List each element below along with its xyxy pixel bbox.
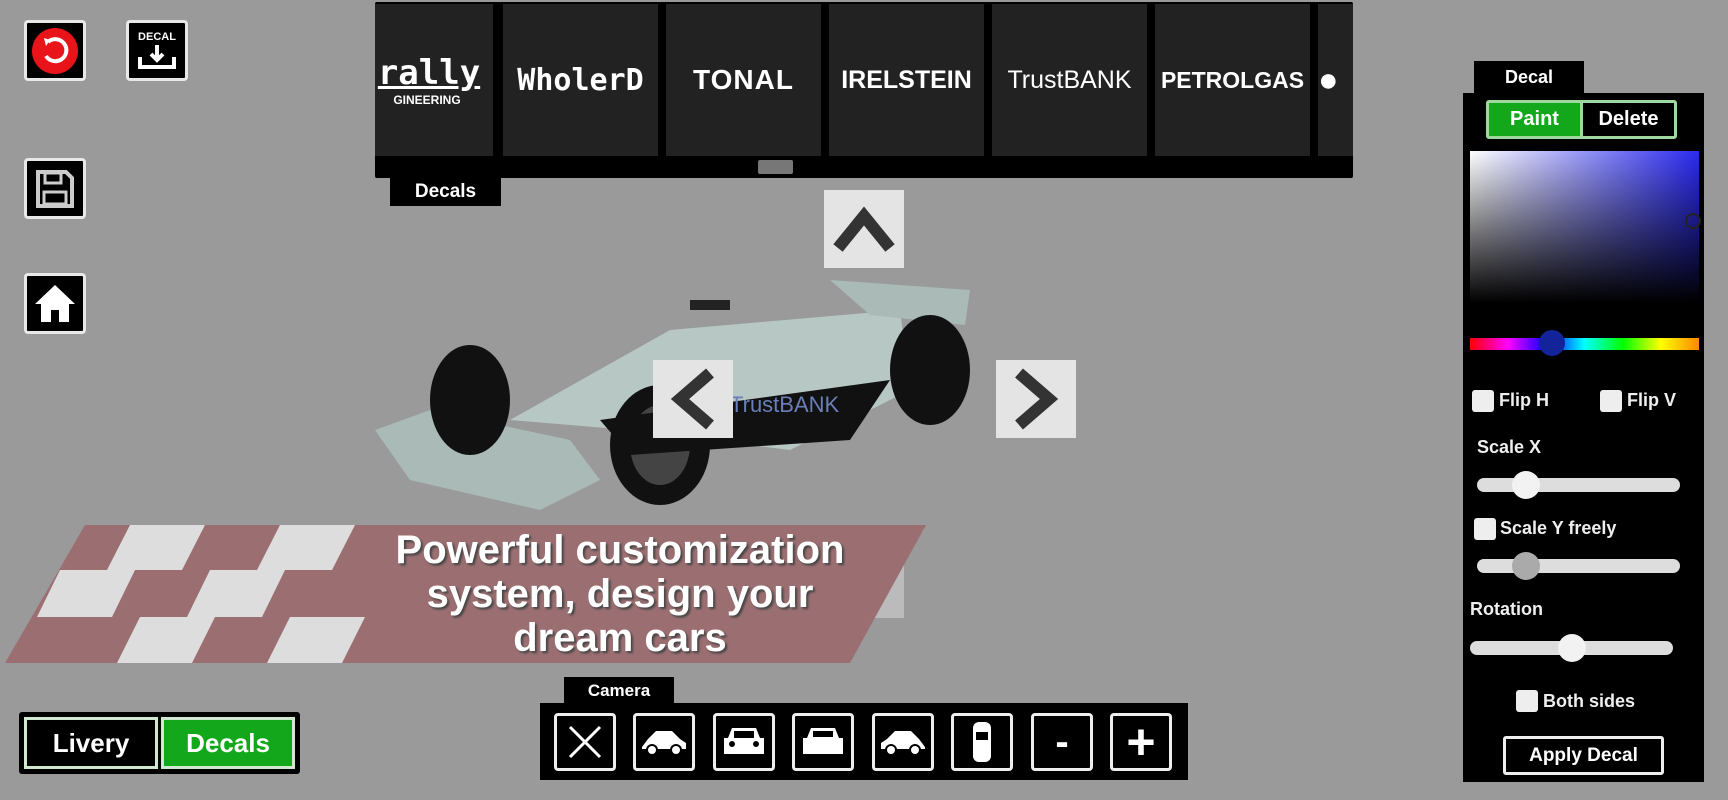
car-side-rear-icon	[881, 731, 925, 756]
hue-slider[interactable]	[1470, 330, 1699, 356]
decal-tile-circle[interactable]: ●	[1318, 4, 1353, 156]
plus-icon: +	[1126, 714, 1156, 770]
car-front-icon	[724, 728, 764, 754]
decal-download-label: DECAL	[138, 30, 176, 43]
promo-text: Powerful customization system, design yo…	[330, 528, 910, 660]
undo-button[interactable]	[24, 20, 86, 81]
rotation-slider[interactable]	[1470, 634, 1673, 662]
decal-label: TrustBANK	[1007, 65, 1132, 94]
scroll-handle[interactable]	[758, 160, 793, 174]
flip-v-label: Flip V	[1627, 390, 1676, 410]
decal-label: TONAL	[693, 64, 794, 95]
flip-h-checkbox[interactable]	[1472, 390, 1494, 412]
decal-tile-wholerd[interactable]: WholerD	[503, 4, 658, 156]
decals-tab-label: Decals	[414, 181, 477, 202]
home-icon	[35, 284, 75, 322]
flip-v-checkbox[interactable]	[1600, 390, 1622, 412]
scale-x-label: Scale X	[1477, 437, 1542, 457]
scale-y-knob[interactable]	[1511, 552, 1540, 580]
camera-tab: Camera	[564, 677, 674, 705]
both-sides-label: Both sides	[1543, 691, 1636, 711]
car-rear-icon	[803, 728, 843, 754]
scale-x-knob[interactable]	[1511, 471, 1540, 499]
save-button[interactable]	[24, 158, 86, 219]
scale-y-freely-label: Scale Y freely	[1500, 518, 1617, 538]
zoom-out-button[interactable]: -	[1031, 713, 1093, 771]
move-up-button[interactable]	[824, 190, 904, 268]
scale-y-freely-checkbox[interactable]	[1474, 518, 1496, 540]
rotation-knob[interactable]	[1557, 634, 1586, 662]
color-picker[interactable]	[1470, 151, 1701, 303]
undo-icon	[32, 27, 78, 74]
promo-line: system, design your	[426, 572, 814, 616]
decal-label: WholerD	[517, 62, 644, 98]
move-right-button[interactable]	[996, 360, 1076, 438]
decal-label: IRELSTEIN	[841, 65, 972, 94]
decal-label: GINEERING	[393, 93, 461, 107]
flip-h-label: Flip H	[1499, 390, 1549, 410]
scale-x-slider[interactable]	[1477, 471, 1680, 499]
decal-label: PETROLGAS	[1160, 66, 1305, 93]
camera-side-button[interactable]	[633, 713, 695, 771]
decal-strip[interactable]: rally GINEERING WholerD TONAL IRELSTEIN …	[375, 2, 1353, 178]
paint-delete-toggle: Paint Delete	[1486, 100, 1677, 139]
camera-tab-label: Camera	[587, 681, 651, 700]
decal-panel: Paint Delete Flip H Flip V Scale X Scale…	[1463, 93, 1704, 782]
mode-toggle: Livery Decals	[19, 712, 300, 774]
chevron-left-icon	[670, 368, 714, 430]
decals-mode-tab[interactable]: Decals	[161, 717, 295, 769]
rotation-label: Rotation	[1470, 599, 1543, 619]
decal-label: rally	[377, 53, 481, 93]
both-sides-checkbox[interactable]	[1516, 690, 1538, 712]
promo-line: Powerful customization	[395, 528, 845, 572]
decal-tile-petrolgas[interactable]: PETROLGAS	[1155, 4, 1310, 156]
chevron-up-icon	[833, 206, 895, 252]
zoom-in-button[interactable]: +	[1110, 713, 1172, 771]
delete-button[interactable]: Delete	[1583, 103, 1674, 136]
paint-button[interactable]: Paint	[1489, 103, 1583, 136]
decals-tab[interactable]: Decals	[390, 178, 501, 206]
decal-download-button[interactable]: DECAL	[126, 20, 188, 81]
promo-line: dream cars	[513, 616, 727, 660]
camera-side-rear-button[interactable]	[872, 713, 934, 771]
chevron-right-icon	[1015, 368, 1059, 430]
car-decal-trustbank: TrustBANK	[730, 392, 840, 417]
hue-slider-knob[interactable]	[1539, 330, 1566, 356]
camera-top-button[interactable]	[951, 713, 1013, 771]
close-icon	[568, 725, 602, 759]
car-top-icon	[973, 722, 991, 762]
decal-panel-tab-label: Decal	[1504, 67, 1554, 87]
home-button[interactable]	[24, 273, 86, 334]
decal-tile-trustbank[interactable]: TrustBANK	[992, 4, 1147, 156]
camera-front-button[interactable]	[713, 713, 775, 771]
download-icon	[138, 44, 176, 69]
camera-rear-button[interactable]	[792, 713, 854, 771]
apply-decal-button[interactable]: Apply Decal	[1503, 736, 1664, 775]
decal-tile-tonal[interactable]: TONAL	[666, 4, 821, 156]
scale-y-slider[interactable]	[1477, 552, 1680, 580]
decal-tile-irelstein[interactable]: IRELSTEIN	[829, 4, 984, 156]
camera-free-button[interactable]	[554, 713, 616, 771]
livery-tab[interactable]: Livery	[24, 717, 158, 769]
car-side-icon	[642, 731, 686, 756]
minus-icon: -	[1055, 719, 1069, 764]
color-picker-cursor[interactable]	[1685, 213, 1701, 229]
decal-tile-rally[interactable]: rally GINEERING	[375, 4, 493, 156]
decal-label: ●	[1318, 60, 1339, 99]
decal-panel-tab: Decal	[1474, 61, 1584, 94]
floppy-disk-icon	[36, 169, 74, 208]
camera-bar: - +	[540, 703, 1188, 780]
move-left-button[interactable]	[653, 360, 733, 438]
